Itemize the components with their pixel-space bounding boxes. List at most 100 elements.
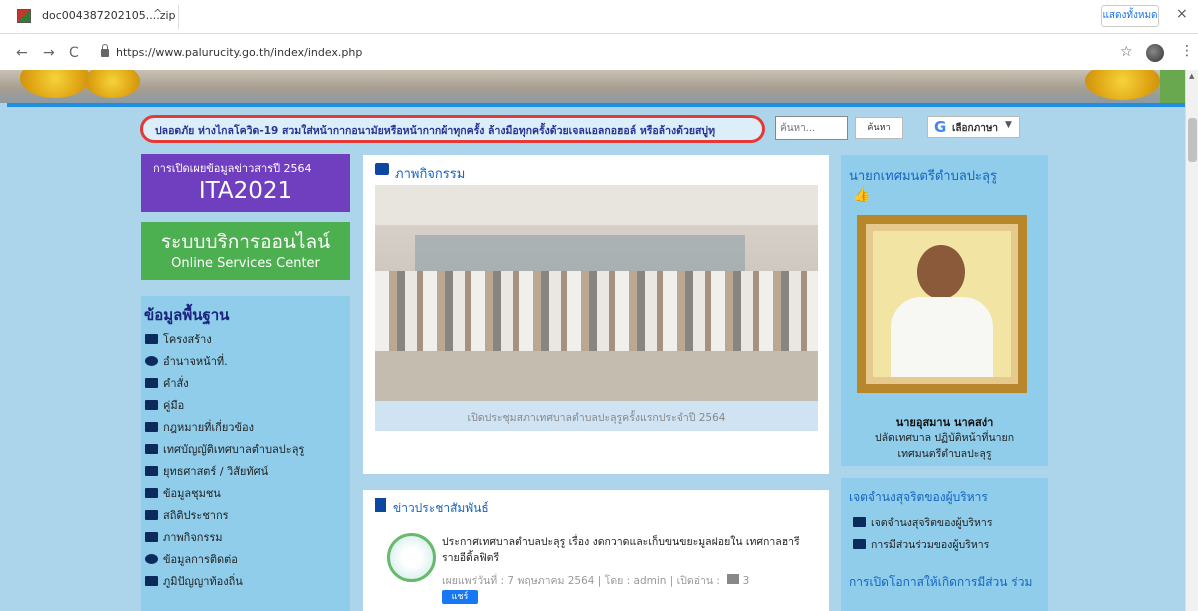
folder-icon (145, 400, 158, 410)
thumbs-up-icon: 👍 (853, 187, 871, 203)
activities-title[interactable]: ภาพกิจกรรม (395, 163, 465, 184)
face (917, 245, 965, 299)
basic-item-community[interactable]: ข้อมูลชุมชน (145, 484, 221, 504)
zip-file-icon (17, 9, 31, 23)
basic-item-ordinances[interactable]: เทศบัญญัติเทศบาลตำบลปะลุรู (145, 440, 304, 460)
menu-icon[interactable]: ⋮ (1180, 43, 1194, 59)
basic-item-gallery[interactable]: ภาพกิจกรรม (145, 528, 223, 548)
floor (375, 351, 818, 401)
language-select[interactable]: G เลือกภาษา ▼ (927, 116, 1020, 138)
folder-icon (145, 466, 158, 476)
dropdown-arrow-icon: ▼ (1005, 120, 1012, 130)
back-icon[interactable]: ← (16, 45, 28, 61)
header-banner (0, 70, 1185, 103)
basic-item-laws[interactable]: กฎหมายที่เกี่ยวข้อง (145, 418, 254, 438)
news-meta: เผยแพร่วันที่ : 7 พฤษภาคม 2564 | โดย : a… (442, 572, 749, 589)
news-panel: ข่าวประชาสัมพันธ์ ประกาศเทศบาลตำบลปะลุรู… (363, 490, 829, 611)
basic-item-strategy[interactable]: ยุทธศาสตร์ / วิสัยทัศน์ (145, 462, 268, 482)
folder-icon (145, 378, 158, 388)
mayor-position-continued: เทศมนตรีตำบลปะลุรู (897, 448, 992, 460)
ita-banner[interactable]: การเปิดเผยข้อมูลข่าวสารปี 2564 ITA2021 (141, 154, 350, 212)
chevron-up-icon[interactable]: ^ (153, 7, 162, 20)
folder-icon (145, 576, 158, 586)
folder-icon (853, 517, 866, 527)
scrollbar[interactable]: ▲ (1185, 70, 1198, 611)
ceiling (375, 185, 818, 225)
mayor-title: นายกเทศมนตรีตำบลปะลุรู (849, 169, 997, 184)
activities-panel: ภาพกิจกรรม เปิดประชุมสภาเทศบาลตำบลปะลุรู… (363, 155, 829, 474)
activity-photo[interactable] (375, 185, 818, 401)
flower-decoration (1085, 70, 1160, 100)
forward-icon[interactable]: → (43, 45, 55, 61)
announcement-text: ปลอดภัย ห่างไกลโควิด-19 สวมใส่หน้ากากอนา… (155, 125, 716, 137)
header-divider (7, 103, 1185, 107)
basic-item-population[interactable]: สถิติประชากร (145, 506, 229, 526)
url-field[interactable]: https://www.palurucity.go.th/index/index… (116, 46, 362, 59)
folder-icon (145, 444, 158, 454)
comment-icon (727, 574, 740, 584)
mayor-portrait (873, 231, 1011, 377)
announcement-marquee: ปลอดภัย ห่างไกลโควิด-19 สวมใส่หน้ากากอนา… (140, 115, 765, 143)
basic-item-wisdom[interactable]: ภูมิปัญญาท้องถิ่น (145, 572, 243, 592)
flower-decoration (20, 70, 90, 98)
basic-item-structure[interactable]: โครงสร้าง (145, 330, 212, 350)
stage-banner (415, 235, 745, 271)
activity-caption-bar: เปิดประชุมสภาเทศบาลตำบลปะลุรูครั้งแรกประ… (375, 401, 818, 431)
news-meta-text: เผยแพร่วันที่ : 7 พฤษภาคม 2564 | โดย : a… (442, 575, 720, 587)
ethics-title: เจตจำนงสุจริตของผู้บริหาร (849, 490, 988, 504)
reload-icon[interactable]: C (69, 45, 79, 61)
basic-item-contact[interactable]: ข้อมูลการติดต่อ (145, 550, 238, 570)
mayor-panel: นายกเทศมนตรีตำบลปะลุรู 👍 นายอุสมาน นาคสง… (841, 155, 1048, 466)
municipality-logo (387, 533, 436, 582)
address-bar: ← → C https://www.palurucity.go.th/index… (0, 40, 1198, 70)
list-icon (145, 422, 158, 432)
news-title[interactable]: ข่าวประชาสัมพันธ์ (393, 499, 489, 518)
basic-item-manual[interactable]: คู่มือ (145, 396, 184, 416)
download-bar: doc004387202105....zip ^ แสดงทั้งหมด × (0, 0, 1198, 34)
ethics-item-intent[interactable]: เจตจำนงสุจริตของผู้บริหาร (853, 514, 992, 531)
online-services-banner[interactable]: ระบบบริการออนไลน์ Online Services Center (141, 222, 350, 280)
online-services-title: ระบบบริการออนไลน์ (160, 231, 331, 253)
basic-item-authority[interactable]: อำนาจหน้าที่. (145, 352, 228, 372)
mayor-position: ปลัดเทศบาล ปฏิบัติหน้าที่นายก (874, 432, 1015, 444)
basic-info-panel: ข้อมูลพื้นฐาน โครงสร้าง อำนาจหน้าที่. คำ… (141, 296, 350, 611)
ethics-panel: เจตจำนงสุจริตของผู้บริหาร เจตจำนงสุจริตข… (841, 478, 1048, 568)
folder-icon (853, 539, 866, 549)
portrait-frame (857, 215, 1027, 393)
lock-icon[interactable] (101, 44, 109, 57)
phone-icon (145, 554, 158, 564)
google-icon: G (934, 118, 947, 136)
basic-info-title: ข้อมูลพื้นฐาน (144, 306, 230, 324)
scrollbar-thumb[interactable] (1188, 118, 1197, 162)
search-input[interactable] (775, 116, 848, 140)
people-icon (145, 510, 158, 520)
read-count: 3 (742, 575, 750, 587)
bookmark-star-icon[interactable]: ☆ (1120, 44, 1133, 60)
basic-item-orders[interactable]: คำสั่ง (145, 374, 189, 394)
ita-subtitle: การเปิดเผยข้อมูลข่าวสารปี 2564 (153, 162, 312, 175)
search-button[interactable]: ค้นหา (855, 117, 903, 139)
group-of-people (375, 271, 818, 351)
document-icon (375, 498, 386, 512)
list-icon (145, 334, 158, 344)
participation-title: การเปิดโอกาสให้เกิดการมีส่วน ร่วม (849, 575, 1033, 589)
news-headline[interactable]: ประกาศเทศบาลตำบลปะลุรู เรื่อง งดกวาดและเ… (442, 534, 802, 566)
camera-icon (145, 532, 158, 542)
shield-icon (145, 356, 158, 366)
scroll-up-icon[interactable]: ▲ (1189, 72, 1194, 80)
show-all-button[interactable]: แสดงทั้งหมด (1101, 5, 1159, 27)
participation-panel: การเปิดโอกาสให้เกิดการมีส่วน ร่วม (841, 564, 1048, 611)
facebook-share-button[interactable]: แชร์ (442, 590, 478, 604)
camera-icon (375, 163, 389, 175)
extension-icon[interactable] (1146, 44, 1164, 62)
leaf-decoration (1160, 70, 1185, 103)
page-viewport: ปลอดภัย ห่างไกลโควิด-19 สวมใส่หน้ากากอนา… (0, 70, 1198, 611)
ita-title: ITA2021 (198, 178, 293, 204)
language-select-label: เลือกภาษา (952, 123, 999, 134)
white-uniform (891, 297, 993, 377)
activity-caption[interactable]: เปิดประชุมสภาเทศบาลตำบลปะลุรูครั้งแรกประ… (375, 409, 818, 426)
close-icon[interactable]: × (1176, 6, 1188, 22)
folder-icon (145, 488, 158, 498)
flower-decoration (85, 70, 140, 98)
ethics-item-participation[interactable]: การมีส่วนร่วมของผู้บริหาร (853, 536, 989, 553)
